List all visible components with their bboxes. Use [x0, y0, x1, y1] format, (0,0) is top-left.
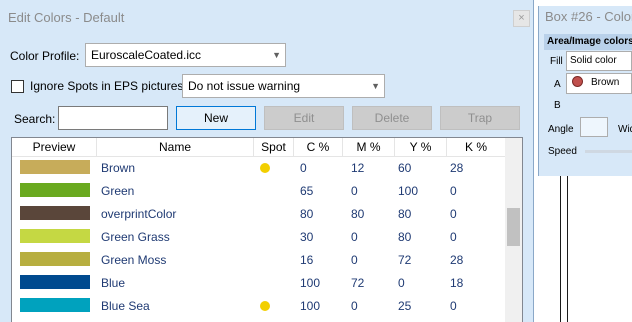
cell-m: 0: [351, 230, 358, 244]
cell-name: Blue: [101, 276, 126, 290]
cell-name: Green: [101, 184, 135, 198]
cell-k: 18: [450, 276, 464, 290]
table-header: Preview Name Spot C % M % Y % K %: [12, 138, 505, 157]
cell-c: 0: [300, 161, 307, 175]
cell-name: Blue Sea: [101, 299, 150, 313]
cell-y: 25: [398, 299, 412, 313]
cell-m: 0: [351, 184, 358, 198]
chevron-down-icon: ▼: [371, 81, 380, 91]
cell-c: 65: [300, 184, 314, 198]
trap-button[interactable]: Trap: [440, 106, 520, 130]
color-swatch: [20, 206, 90, 220]
cell-y: 80: [398, 207, 412, 221]
b-label: B: [554, 100, 561, 111]
column-header-m[interactable]: M %: [343, 138, 395, 156]
color-swatch: [20, 275, 90, 289]
cell-m: 12: [351, 161, 365, 175]
color-swatch: [20, 298, 90, 312]
cell-m: 80: [351, 207, 365, 221]
document-edge-line: [560, 176, 561, 322]
column-header-spot[interactable]: Spot: [254, 138, 294, 156]
cell-k: 28: [450, 161, 464, 175]
ignore-spots-label: Ignore Spots in EPS pictures: [30, 79, 184, 93]
cell-k: 28: [450, 253, 464, 267]
cell-name: Green Grass: [101, 230, 170, 244]
chevron-down-icon: ▼: [272, 50, 281, 60]
warning-select-value: Do not issue warning: [188, 79, 301, 93]
color-swatch: [20, 160, 90, 174]
color-profile-select[interactable]: EuroscaleCoated.icc ▼: [85, 43, 286, 67]
angle-input[interactable]: [580, 117, 608, 137]
scrollbar-thumb[interactable]: [507, 208, 520, 246]
cell-c: 100: [300, 276, 321, 290]
search-label: Search:: [14, 112, 56, 126]
table-row[interactable]: Blue 100 72 0 18: [12, 272, 505, 295]
column-header-preview[interactable]: Preview: [12, 138, 97, 156]
color-list: Preview Name Spot C % M % Y % K % Brown 0…: [11, 137, 523, 322]
table-row[interactable]: Blue Sea 100 0 25 0: [12, 295, 505, 318]
speed-label: Speed: [548, 146, 577, 157]
column-header-c[interactable]: C %: [294, 138, 343, 156]
fill-select[interactable]: Solid color: [566, 51, 632, 71]
cell-c: 30: [300, 230, 314, 244]
spot-indicator-icon: [260, 163, 270, 173]
cell-c: 80: [300, 207, 314, 221]
cell-y: 72: [398, 253, 412, 267]
spot-indicator-icon: [260, 301, 270, 311]
column-header-k[interactable]: K %: [447, 138, 505, 156]
ignore-spots-checkbox[interactable]: [11, 80, 24, 93]
dialog-title: Edit Colors - Default: [8, 10, 125, 25]
color-swatch: [20, 252, 90, 266]
edit-button[interactable]: Edit: [264, 106, 344, 130]
color-swatch: [20, 183, 90, 197]
edit-colors-dialog: Edit Colors - Default × Color Profile: E…: [0, 0, 534, 322]
cell-c: 16: [300, 253, 314, 267]
speed-slider[interactable]: [585, 150, 632, 153]
cell-c: 100: [300, 299, 321, 313]
search-input[interactable]: [58, 106, 168, 130]
color-profile-value: EuroscaleCoated.icc: [91, 48, 202, 62]
table-row[interactable]: Green Grass 30 0 80 0: [12, 226, 505, 249]
cell-name: Green Moss: [101, 253, 167, 267]
cell-k: 0: [450, 299, 457, 313]
fill-label: Fill: [550, 56, 563, 67]
cell-m: 0: [351, 253, 358, 267]
cell-y: 0: [398, 276, 405, 290]
a-label: A: [554, 79, 561, 90]
cell-k: 0: [450, 184, 457, 198]
vertical-scrollbar[interactable]: [505, 138, 522, 322]
cell-y: 100: [398, 184, 419, 198]
table-row[interactable]: overprintColor 80 80 80 0: [12, 203, 505, 226]
table-row[interactable]: Brown 0 12 60 28: [12, 157, 505, 180]
document-edge-line: [567, 176, 568, 322]
delete-button[interactable]: Delete: [352, 106, 432, 130]
color-swatch: [20, 229, 90, 243]
color-chip-icon: [572, 76, 583, 87]
cell-k: 0: [450, 230, 457, 244]
cell-m: 0: [351, 299, 358, 313]
cell-name: Brown: [101, 161, 136, 175]
cell-m: 72: [351, 276, 365, 290]
column-header-name[interactable]: Name: [97, 138, 254, 156]
cell-name: overprintColor: [101, 207, 177, 221]
table-row[interactable]: Green 65 0 100 0: [12, 180, 505, 203]
cell-k: 0: [450, 207, 457, 221]
column-header-y[interactable]: Y %: [395, 138, 447, 156]
table-row[interactable]: Green Moss 16 0 72 28: [12, 249, 505, 272]
close-button[interactable]: ×: [513, 10, 530, 27]
area-image-colors-header: Area/Image colors: [544, 34, 632, 50]
warning-select[interactable]: Do not issue warning ▼: [182, 74, 385, 98]
new-button[interactable]: New: [176, 106, 256, 130]
width-label: Wid: [618, 124, 632, 135]
cell-y: 80: [398, 230, 412, 244]
color-profile-label: Color Profile:: [10, 49, 80, 63]
angle-label: Angle: [548, 124, 574, 135]
side-panel-title: Box #26 - Color: [545, 9, 632, 24]
cell-y: 60: [398, 161, 412, 175]
